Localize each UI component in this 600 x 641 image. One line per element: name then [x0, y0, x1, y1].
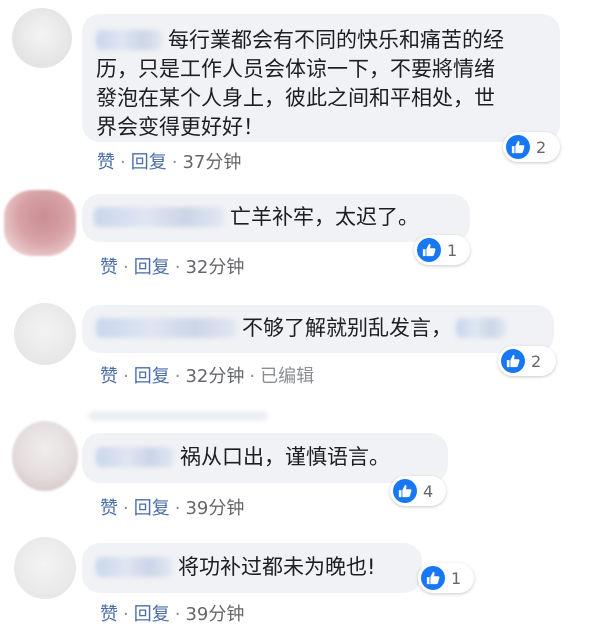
author-name[interactable]	[96, 30, 162, 50]
comment-bubble: 亡羊补牢，太迟了。	[82, 194, 470, 242]
separator: ·	[120, 152, 126, 173]
separator: ·	[174, 604, 181, 625]
like-link[interactable]: 赞	[100, 498, 118, 519]
thumbs-up-icon	[421, 566, 445, 590]
comment-actions: 赞 · 回复 · 39分钟	[100, 494, 244, 520]
mention-blurred[interactable]	[456, 318, 506, 338]
separator: ·	[174, 366, 181, 387]
avatar[interactable]	[14, 537, 76, 599]
reaction-count: 2	[536, 137, 547, 157]
avatar[interactable]	[12, 421, 78, 491]
reply-link[interactable]: 回复	[134, 604, 170, 625]
author-name[interactable]	[94, 207, 224, 227]
thumbs-up-icon	[393, 479, 417, 503]
comment-text: 祸从口出，谨慎语言。	[96, 443, 434, 472]
comment-bubble: 不够了解就别乱发言，	[82, 305, 554, 353]
reaction-count-badge[interactable]: 2	[498, 346, 556, 376]
author-name[interactable]	[96, 318, 236, 338]
comment-text: 将功补过都未为晚也!	[96, 553, 408, 582]
avatar[interactable]	[12, 8, 72, 68]
comment-bubble: 祸从口出，谨慎语言。	[82, 433, 448, 483]
edited-label[interactable]: 已编辑	[260, 366, 314, 387]
separator: ·	[123, 498, 129, 519]
like-link[interactable]: 赞	[100, 257, 118, 278]
comment-bubble: 将功补过都未为晚也!	[82, 543, 422, 593]
reaction-count-badge[interactable]: 2	[503, 132, 560, 162]
separator: ·	[123, 604, 129, 625]
like-link[interactable]: 赞	[97, 152, 115, 173]
comment-text: 不够了解就别乱发言，	[96, 314, 540, 343]
comment-text: 亡羊补牢，太迟了。	[94, 203, 456, 232]
reaction-count: 4	[423, 481, 434, 501]
timestamp[interactable]: 39分钟	[185, 498, 244, 519]
reply-link[interactable]: 回复	[134, 366, 170, 387]
separator: ·	[123, 257, 129, 278]
comment-2: 亡羊补牢，太迟了。 1 赞 · 回复 · 32分钟	[0, 185, 600, 285]
reaction-count-badge[interactable]: 4	[390, 476, 446, 506]
timestamp[interactable]: 32分钟	[185, 366, 244, 387]
like-link[interactable]: 赞	[100, 604, 118, 625]
reaction-count: 2	[531, 351, 542, 371]
separator: ·	[174, 498, 181, 519]
author-name[interactable]	[96, 557, 172, 577]
like-link[interactable]: 赞	[100, 366, 118, 387]
reply-link[interactable]: 回复	[134, 257, 170, 278]
thumbs-up-icon	[501, 349, 525, 373]
comment-actions: 赞 · 回复 · 32分钟	[100, 253, 244, 279]
timestamp[interactable]: 39分钟	[185, 604, 244, 625]
comment-actions: 赞 · 回复 · 37分钟	[97, 148, 241, 174]
blurred-overlay	[88, 411, 268, 421]
reaction-count-badge[interactable]: 1	[418, 563, 474, 593]
separator: ·	[123, 366, 129, 387]
timestamp[interactable]: 32分钟	[185, 257, 244, 278]
comment-actions: 赞 · 回复 · 32分钟 · 已编辑	[100, 362, 314, 388]
comment-5: 将功补过都未为晚也! 1 赞 · 回复 · 39分钟	[0, 533, 600, 641]
reaction-count-badge[interactable]: 1	[414, 235, 470, 265]
comment-text: 每行業都会有不同的快乐和痛苦的经 历，只是工作人员会体谅一下，不要將情绪 發泡在…	[96, 28, 504, 139]
author-name[interactable]	[96, 447, 174, 467]
separator: ·	[174, 257, 181, 278]
reply-link[interactable]: 回复	[131, 152, 167, 173]
avatar[interactable]	[4, 190, 76, 256]
comment-4: 祸从口出，谨慎语言。 4 赞 · 回复 · 39分钟	[0, 405, 600, 525]
thumbs-up-icon	[506, 135, 530, 159]
separator: ·	[249, 366, 256, 387]
comment-1: 每行業都会有不同的快乐和痛苦的经 历，只是工作人员会体谅一下，不要將情绪 發泡在…	[0, 0, 600, 180]
comment-3: 不够了解就别乱发言， 2 赞 · 回复 · 32分钟 · 已编辑	[0, 295, 600, 395]
separator: ·	[171, 152, 178, 173]
avatar[interactable]	[14, 303, 76, 365]
comment-bubble: 每行業都会有不同的快乐和痛苦的经 历，只是工作人员会体谅一下，不要將情绪 發泡在…	[82, 14, 560, 142]
comment-actions: 赞 · 回复 · 39分钟	[100, 600, 244, 626]
thumbs-up-icon	[417, 238, 441, 262]
reaction-count: 1	[451, 568, 462, 588]
reaction-count: 1	[447, 240, 458, 260]
timestamp[interactable]: 37分钟	[182, 152, 241, 173]
reply-link[interactable]: 回复	[134, 498, 170, 519]
